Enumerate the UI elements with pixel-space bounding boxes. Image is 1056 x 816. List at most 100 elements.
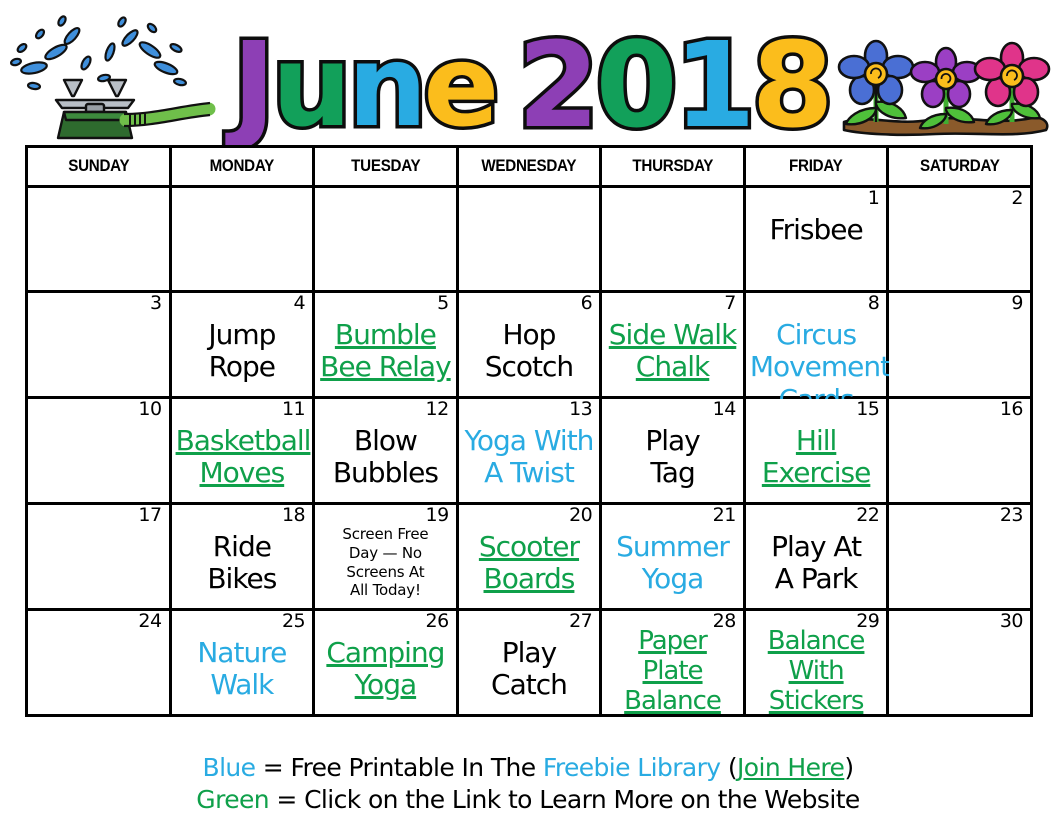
event-line: Yoga (641, 562, 704, 596)
calendar-day-cell-4[interactable]: 4 Jump Rope (168, 290, 316, 399)
day-event[interactable]: Balance With Stickers (750, 626, 883, 716)
event-line: Yoga (354, 668, 417, 702)
event-line: Screen Free (342, 525, 429, 543)
weekday-header-tuesday: TUESDAY (317, 145, 453, 188)
day-event[interactable]: Paper Plate Balance (606, 626, 739, 716)
calendar-day-cell-7[interactable]: 7 Side Walk Chalk (599, 290, 746, 399)
day-number: 11 (281, 398, 306, 420)
calendar-day-cell-12[interactable]: 12 Blow Bubbles (312, 396, 459, 505)
calendar-day-cell-1[interactable]: 1 Frisbee (742, 185, 890, 293)
legend-text-b: Click on the Link to Learn More on the W… (304, 784, 860, 814)
day-number: 20 (569, 504, 593, 526)
day-number: 21 (712, 504, 737, 526)
year-digit-2: 2 (514, 15, 603, 154)
weekday-header-thursday: THURSDAY (605, 145, 740, 188)
event-line: Walk (210, 668, 274, 702)
event-line: Frisbee (769, 213, 864, 246)
calendar-day-cell-21[interactable]: 21 Summer Yoga (599, 502, 746, 611)
event-line: Moves (199, 456, 286, 490)
day-event[interactable]: Bumble Bee Relay (319, 318, 452, 384)
event-line: Jump (208, 318, 276, 351)
day-event[interactable]: Camping Yoga (319, 636, 452, 702)
calendar-day-cell-25[interactable]: 25 Nature Walk (168, 608, 316, 717)
event-line: Tag (650, 456, 695, 490)
calendar-day-cell-5[interactable]: 5 Bumble Bee Relay (312, 290, 459, 399)
day-event[interactable]: Hill Exercise (750, 424, 883, 490)
event-line: A Twist (484, 456, 575, 490)
calendar-day-cell-20[interactable]: 20 Scooter Boards (455, 502, 603, 611)
event-line: Catch (491, 668, 568, 702)
day-number: 12 (425, 398, 450, 420)
event-line: Day — No (348, 543, 422, 562)
day-number: 22 (856, 504, 880, 526)
event-line: Play At (771, 530, 862, 563)
calendar-day-cell-empty (312, 185, 459, 293)
calendar-day-cell-22[interactable]: 22 Play At A Park (742, 502, 890, 611)
calendar-day-cell-18[interactable]: 18 Ride Bikes (168, 502, 316, 611)
calendar-grid: SUNDAY MONDAY TUESDAY WEDNESDAY THURSDAY… (25, 145, 1033, 717)
weekday-header-wednesday: WEDNESDAY (461, 145, 597, 188)
calendar-day-cell-27[interactable]: 27 Play Catch (455, 608, 603, 717)
calendar-day-cell-8[interactable]: 8CircusMovementCards (742, 290, 891, 416)
day-event[interactable]: Summer Yoga (606, 530, 739, 596)
event-line: Play (645, 424, 700, 457)
weekday-header-monday: MONDAY (174, 145, 310, 188)
event-line: Chalk (635, 350, 710, 384)
weekday-header-saturday: SATURDAY (892, 145, 1028, 188)
calendar-day-cell-26[interactable]: 26 Camping Yoga (312, 608, 459, 717)
event-line: Hop (502, 318, 556, 351)
day-event: Screen Free Day — No Screens At All Today! (319, 525, 452, 600)
day-event[interactable]: Yoga With A Twist (463, 424, 596, 490)
calendar-day-cell-2: 2 (886, 185, 1033, 293)
day-event: Play Catch (463, 636, 596, 702)
event-line: Screens At (346, 562, 425, 581)
title-letter-J: J (229, 15, 280, 154)
day-number: 30 (999, 610, 1024, 632)
day-number: 29 (856, 610, 880, 632)
day-number: 16 (999, 398, 1024, 420)
calendar-day-cell-empty (455, 185, 603, 293)
weekday-header-row: SUNDAY MONDAY TUESDAY WEDNESDAY THURSDAY… (27, 145, 1032, 188)
legend-join-here-link[interactable]: Join Here (737, 753, 845, 782)
calendar-title: June2018 (229, 2, 838, 154)
day-event[interactable]: Scooter Boards (463, 530, 596, 596)
calendar-day-cell-11[interactable]: 11 Basketball Moves (168, 396, 316, 505)
legend-freebie-library: Freebie Library (542, 753, 721, 782)
calendar-day-cell-14[interactable]: 14 Play Tag (599, 396, 746, 505)
day-event[interactable]: Basketball Moves (176, 424, 312, 490)
calendar-body: 1 Frisbee 2 3 4 Jump Rope 5 Bumble Bee Relay 6 Hop S… (25, 185, 1033, 717)
event-line: Rope (208, 350, 276, 384)
calendar-day-cell-empty (25, 185, 172, 293)
event-line: Yoga With (464, 424, 595, 457)
calendar-day-cell-29[interactable]: 29 Balance With Stickers (742, 608, 890, 717)
calendar-day-cell-23: 23 (886, 502, 1033, 611)
calendar-page: June2018 SUNDAY MONDAY TUESDAY WEDNESDAY… (0, 0, 1056, 816)
calendar-day-cell-9: 9 (886, 290, 1033, 399)
day-number: 2 (1011, 187, 1023, 209)
day-number: 5 (437, 292, 449, 314)
calendar-day-cell-28[interactable]: 28 Paper Plate Balance (599, 608, 746, 717)
legend-open-paren: ( (720, 753, 738, 782)
calendar-day-cell-13[interactable]: 13 Yoga With A Twist (455, 396, 603, 505)
title-letter-u: u (268, 22, 355, 153)
calendar-day-cell-19[interactable]: 19 Screen Free Day — No Screens At All Today… (312, 502, 459, 611)
event-line: Play (501, 636, 557, 669)
calendar-day-cell-6[interactable]: 6 Hop Scotch (455, 290, 603, 399)
legend-key-blue: Blue (202, 753, 257, 782)
legend: Blue = Free Printable In The Freebie Lib… (0, 752, 1056, 815)
day-number: 1 (867, 187, 880, 209)
day-event[interactable]: Nature Walk (176, 636, 309, 702)
year-digit-0: 0 (592, 15, 681, 154)
calendar-day-cell-empty (168, 185, 316, 293)
calendar-day-cell-15[interactable]: 15 Hill Exercise (742, 396, 890, 505)
calendar-week-row: 3 4 Jump Rope 5 Bumble Bee Relay 6 Hop Scotch 7 Sid… (25, 290, 1033, 416)
calendar-day-cell-3: 3 (25, 290, 172, 399)
day-number: 28 (712, 610, 737, 632)
event-line: Circus (776, 318, 857, 351)
calendar-week-row: 10 11 Basketball Moves 12 Blow Bubbles 13 Yoga W… (25, 396, 1033, 505)
day-event[interactable]: Side Walk Chalk (606, 318, 739, 384)
event-line: Bikes (207, 562, 277, 596)
legend-line-2: Green = Click on the Link to Learn More … (0, 784, 1056, 816)
event-line: Nature (197, 636, 287, 669)
event-line: Stickers (768, 686, 865, 717)
